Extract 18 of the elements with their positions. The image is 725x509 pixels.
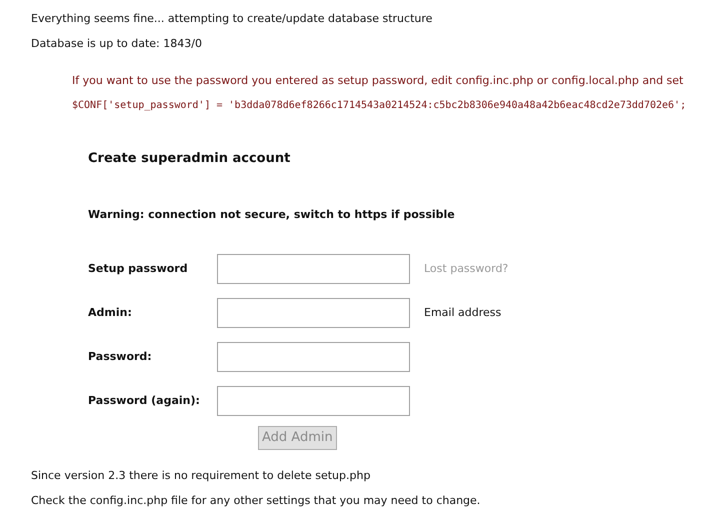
email-field[interactable] xyxy=(217,298,410,328)
lost-password-link[interactable]: Lost password? xyxy=(424,260,508,278)
setup-instruction: If you want to use the password you entered as setup password, edit config.inc.php or config.local.php and set xyxy=(72,74,684,87)
config-code-line: $CONF['setup_password'] = 'b3dda078d6ef8266c1714543a0214524:c5bc2b8306e940a48a42b6eac48cd2e73dd702e6'; xyxy=(72,100,686,111)
field-label: Password: xyxy=(88,350,152,363)
info-message: Check the config.inc.php file for any other settings that you may need to change. xyxy=(31,494,480,506)
field-hint: Email address xyxy=(424,304,502,321)
password-field[interactable] xyxy=(217,386,410,416)
form-title: Create superadmin account xyxy=(88,151,290,166)
security-warning: Warning: connection not secure, switch to https if possible xyxy=(88,208,455,220)
field-label: Setup password xyxy=(88,262,188,275)
status-message: Everything seems fine... attempting to create/update database structure xyxy=(31,12,432,25)
field-label: Admin: xyxy=(88,306,132,319)
field-label: Password (again): xyxy=(88,394,200,407)
info-message: Since version 2.3 there is no requirement to delete setup.php xyxy=(31,468,370,482)
status-message: Database is up to date: 1843/0 xyxy=(31,37,202,50)
password-field[interactable] xyxy=(217,342,410,372)
password-field[interactable] xyxy=(217,254,410,284)
